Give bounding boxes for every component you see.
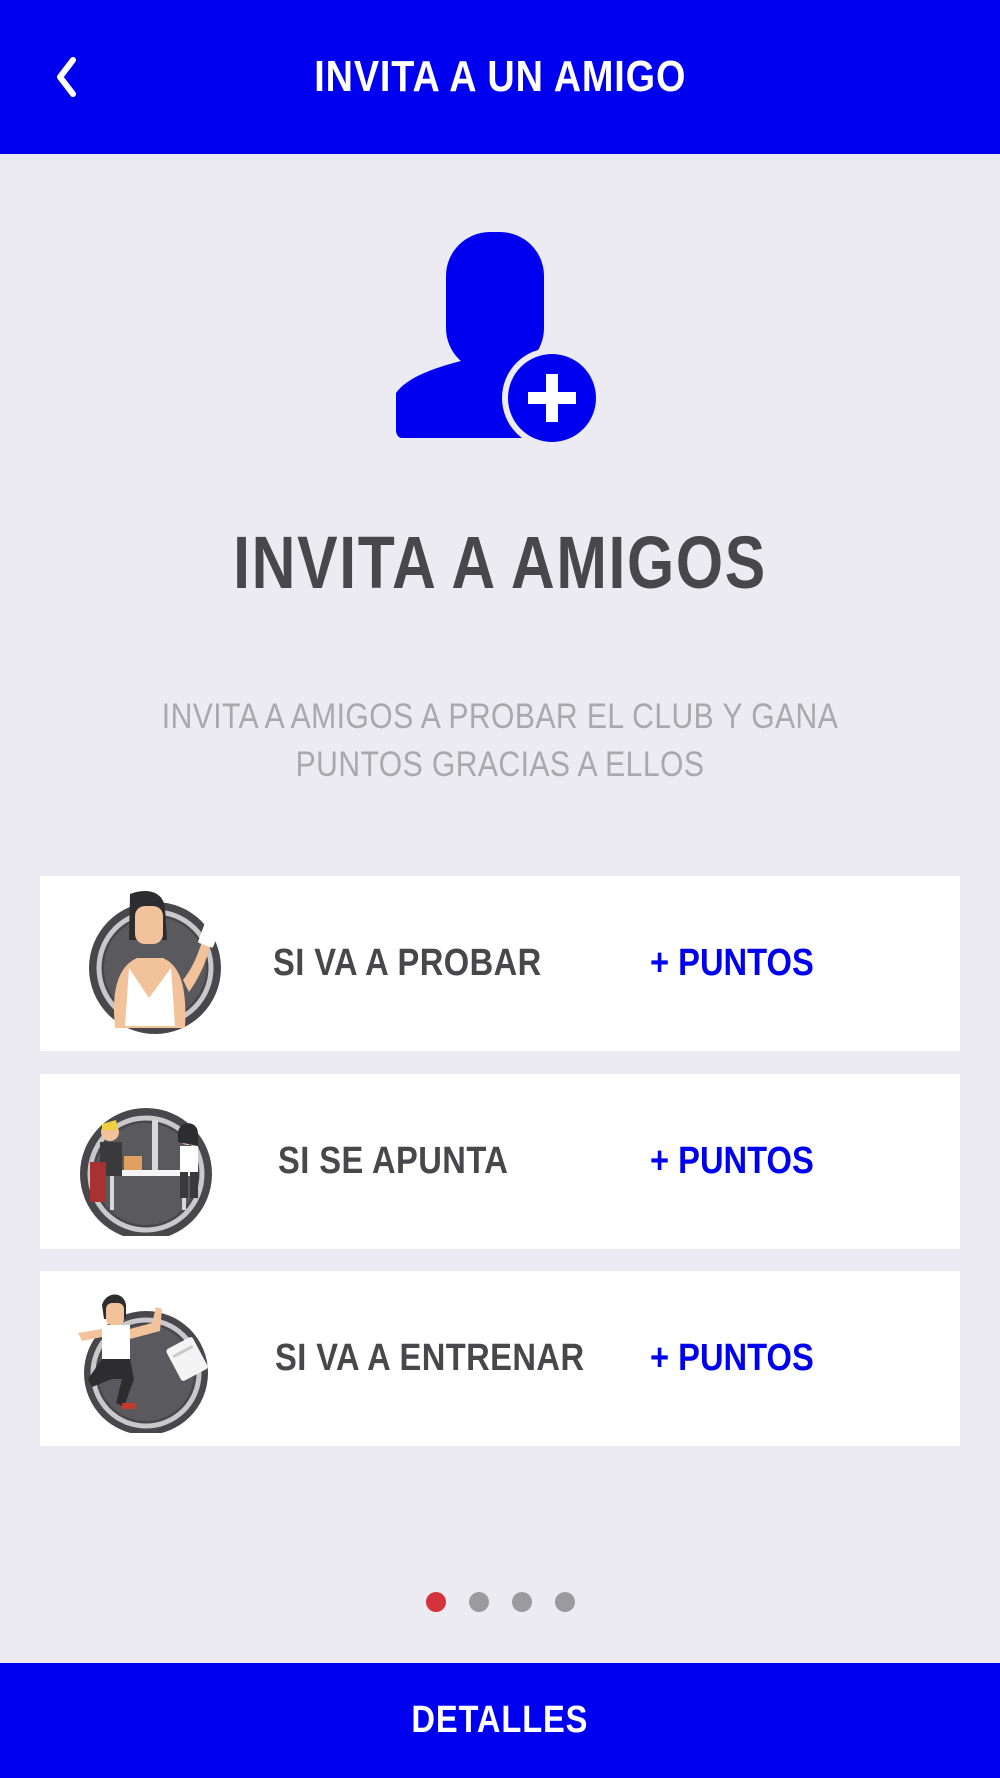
add-user-icon [396, 232, 602, 448]
reward-points: + PUNTOS [650, 942, 814, 984]
page-dot-1[interactable] [425, 1592, 446, 1612]
details-button[interactable]: DETALLES [0, 1663, 1000, 1778]
woman-running-illustration [78, 1294, 208, 1433]
reward-label: SI SE APUNTA [278, 1140, 509, 1182]
page-dot-3[interactable] [511, 1592, 532, 1612]
header-bar: INVITA A UN AMIGO [0, 0, 1000, 154]
woman-card-illustration [89, 890, 221, 1034]
page-dot-2[interactable] [468, 1592, 489, 1612]
reward-card-signup[interactable]: SI SE APUNTA + PUNTOS [40, 1074, 960, 1249]
page-dot-4[interactable] [554, 1592, 575, 1612]
pagination-dots [0, 1592, 1000, 1612]
page-title: INVITA A UN AMIGO [314, 52, 686, 101]
details-button-label: DETALLES [411, 1699, 589, 1741]
reward-points: + PUNTOS [650, 1140, 814, 1182]
back-button[interactable] [46, 47, 86, 107]
reward-card-try[interactable]: SI VA A PROBAR + PUNTOS [40, 876, 960, 1051]
hero-subtitle: INVITA A AMIGOS A PROBAR EL CLUB Y GANA … [161, 697, 839, 784]
hero-title: INVITA A AMIGOS [233, 521, 767, 604]
reward-label: SI VA A ENTRENAR [275, 1337, 585, 1379]
chevron-left-icon [57, 57, 76, 97]
reward-points: + PUNTOS [650, 1337, 814, 1379]
office-desk-illustration [80, 1108, 212, 1236]
reward-card-train[interactable]: SI VA A ENTRENAR + PUNTOS [40, 1271, 960, 1446]
reward-label: SI VA A PROBAR [273, 942, 542, 984]
